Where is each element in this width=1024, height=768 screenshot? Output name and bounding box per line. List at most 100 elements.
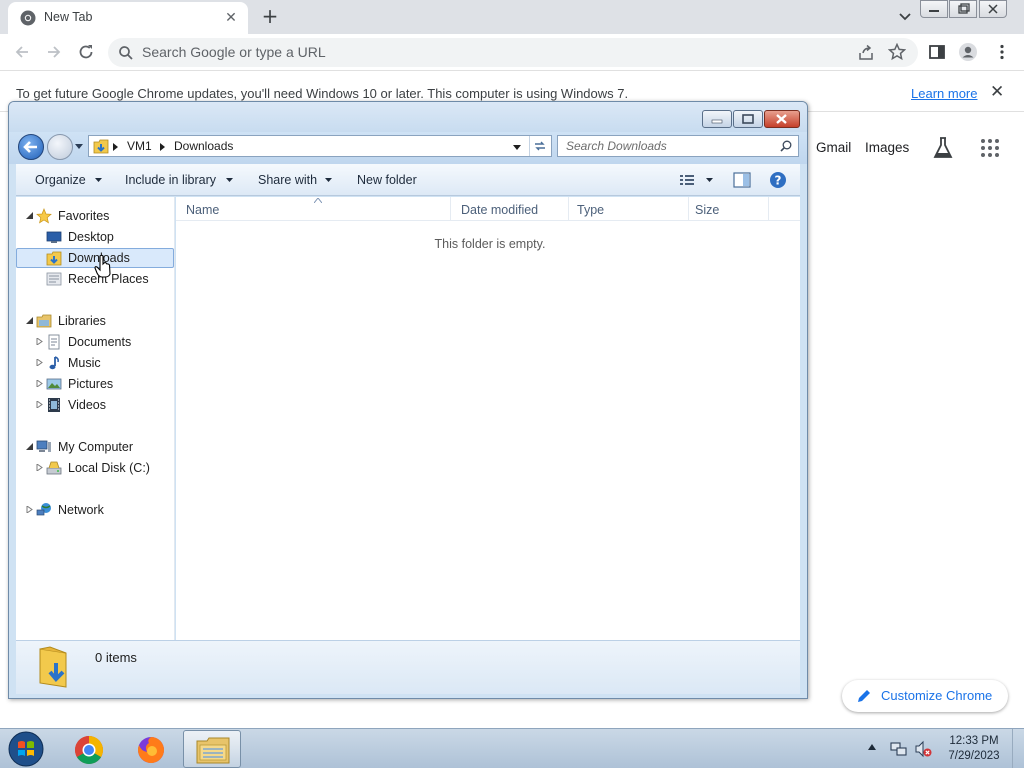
collapsed-triangle-icon[interactable]: [36, 401, 43, 408]
chevron-down-icon: [325, 178, 332, 182]
tab-close-icon[interactable]: ✕: [222, 9, 240, 27]
tab-title: New Tab: [44, 10, 93, 24]
network-tray-icon[interactable]: [890, 740, 908, 758]
ntp-top-links: Gmail Images: [808, 134, 1018, 164]
search-icon: [780, 140, 792, 152]
nav-videos[interactable]: Videos: [16, 395, 174, 415]
expanded-triangle-icon[interactable]: [26, 443, 33, 450]
favorites-star-icon: [36, 208, 52, 224]
column-date-label: Date modified: [461, 203, 539, 217]
learn-more-link[interactable]: Learn more: [911, 86, 977, 101]
clock-time: 12:33 PM: [949, 735, 999, 747]
column-header-size[interactable]: Size: [689, 197, 769, 221]
breadcrumb-separator-icon[interactable]: [113, 143, 119, 151]
start-button-icon[interactable]: [4, 729, 48, 768]
computer-icon: [36, 440, 51, 452]
labs-flask-icon[interactable]: [932, 136, 954, 160]
search-placeholder: Search Downloads: [566, 139, 667, 153]
nav-favorites[interactable]: Favorites: [16, 206, 174, 226]
include-in-library-menu[interactable]: Include in library: [125, 173, 216, 187]
gmail-link[interactable]: Gmail: [816, 140, 851, 155]
column-header-type[interactable]: Type: [569, 197, 689, 221]
expanded-triangle-icon[interactable]: [26, 317, 33, 324]
documents-icon: [48, 334, 60, 350]
side-panel-icon[interactable]: [927, 42, 947, 62]
back-arrow-icon[interactable]: [12, 42, 32, 62]
nav-music[interactable]: Music: [16, 353, 174, 373]
explorer-maximize-button[interactable]: [733, 110, 763, 128]
column-header-date-modified[interactable]: Date modified: [451, 197, 569, 221]
apps-grid-icon[interactable]: [980, 138, 1000, 158]
taskbar-firefox[interactable]: [121, 730, 179, 768]
tab-new-tab[interactable]: New Tab ✕: [8, 2, 248, 34]
recent-pages-dropdown-icon[interactable]: [75, 144, 83, 150]
nav-documents[interactable]: Documents: [16, 332, 174, 352]
bookmark-star-icon[interactable]: [888, 43, 906, 61]
column-header-name[interactable]: Name: [176, 197, 451, 221]
tab-search-chevron-icon[interactable]: [896, 8, 914, 26]
collapsed-triangle-icon[interactable]: [36, 338, 43, 345]
share-with-menu[interactable]: Share with: [258, 173, 317, 187]
taskbar-explorer[interactable]: [183, 730, 241, 768]
explorer-close-button[interactable]: [764, 110, 800, 128]
nav-desktop[interactable]: Desktop: [16, 227, 174, 247]
collapsed-triangle-icon[interactable]: [36, 464, 43, 471]
new-tab-button[interactable]: +: [258, 4, 282, 28]
collapsed-triangle-icon[interactable]: [36, 380, 43, 387]
change-view-icon[interactable]: [679, 173, 695, 187]
explorer-back-button[interactable]: [18, 134, 44, 160]
nav-network[interactable]: Network: [16, 500, 174, 520]
images-link[interactable]: Images: [865, 140, 909, 155]
search-downloads-input[interactable]: Search Downloads: [557, 135, 799, 157]
downloads-folder-icon: [93, 139, 109, 154]
profile-avatar-icon[interactable]: [958, 42, 978, 62]
file-list-pane[interactable]: Name Date modified Type Size This folder…: [176, 197, 800, 640]
search-icon: [119, 46, 133, 60]
show-hidden-icons-icon[interactable]: [868, 744, 876, 750]
menu-kebab-icon[interactable]: [992, 42, 1012, 62]
reload-icon[interactable]: [76, 42, 96, 62]
nav-local-disk[interactable]: Local Disk (C:): [16, 458, 174, 478]
restore-button[interactable]: [949, 0, 977, 18]
sort-ascending-icon: [314, 198, 322, 203]
address-bar[interactable]: VM1 Downloads: [88, 135, 552, 157]
refresh-button[interactable]: [529, 136, 551, 156]
favorites-label: Favorites: [58, 209, 110, 223]
share-icon[interactable]: [857, 44, 875, 62]
show-desktop-button[interactable]: [1012, 729, 1024, 768]
breadcrumb-separator-icon[interactable]: [160, 143, 166, 151]
nav-my-computer[interactable]: My Computer: [16, 437, 174, 457]
breadcrumb-downloads[interactable]: Downloads: [174, 139, 233, 153]
breadcrumb-vm1[interactable]: VM1: [127, 139, 152, 153]
taskbar-clock[interactable]: 12:33 PM 7/29/2023: [942, 734, 1006, 764]
pictures-icon: [46, 378, 62, 390]
forward-arrow-icon[interactable]: [44, 42, 64, 62]
nav-libraries[interactable]: Libraries: [16, 311, 174, 331]
explorer-window: VM1 Downloads Search Downloads Organize …: [8, 101, 808, 699]
organize-menu[interactable]: Organize: [35, 173, 86, 187]
my-computer-label: My Computer: [58, 440, 134, 454]
collapsed-triangle-icon[interactable]: [26, 506, 33, 513]
explorer-minimize-button[interactable]: [702, 110, 732, 128]
omnibox[interactable]: Search Google or type a URL: [108, 38, 918, 67]
volume-muted-icon[interactable]: [914, 740, 932, 758]
address-dropdown-icon[interactable]: [513, 145, 521, 150]
new-folder-button[interactable]: New folder: [357, 173, 417, 187]
taskbar-chrome[interactable]: [59, 730, 117, 768]
libraries-label: Libraries: [58, 314, 106, 328]
desktop-label: Desktop: [68, 230, 114, 244]
preview-pane-icon[interactable]: [733, 172, 751, 188]
close-window-button[interactable]: [979, 0, 1007, 18]
nav-pictures[interactable]: Pictures: [16, 374, 174, 394]
infobar-close-icon[interactable]: ✕: [990, 82, 1004, 102]
explorer-title-bar[interactable]: [9, 102, 807, 132]
expanded-triangle-icon[interactable]: [26, 212, 33, 219]
explorer-forward-button[interactable]: [47, 134, 73, 160]
desktop-icon: [46, 231, 62, 243]
view-options-dropdown-icon[interactable]: [706, 178, 713, 182]
minimize-button[interactable]: [920, 0, 948, 18]
chrome-toolbar: Search Google or type a URL: [0, 34, 1024, 71]
collapsed-triangle-icon[interactable]: [36, 359, 43, 366]
customize-chrome-button[interactable]: Customize Chrome: [842, 680, 1008, 712]
help-icon[interactable]: ?: [769, 171, 787, 189]
